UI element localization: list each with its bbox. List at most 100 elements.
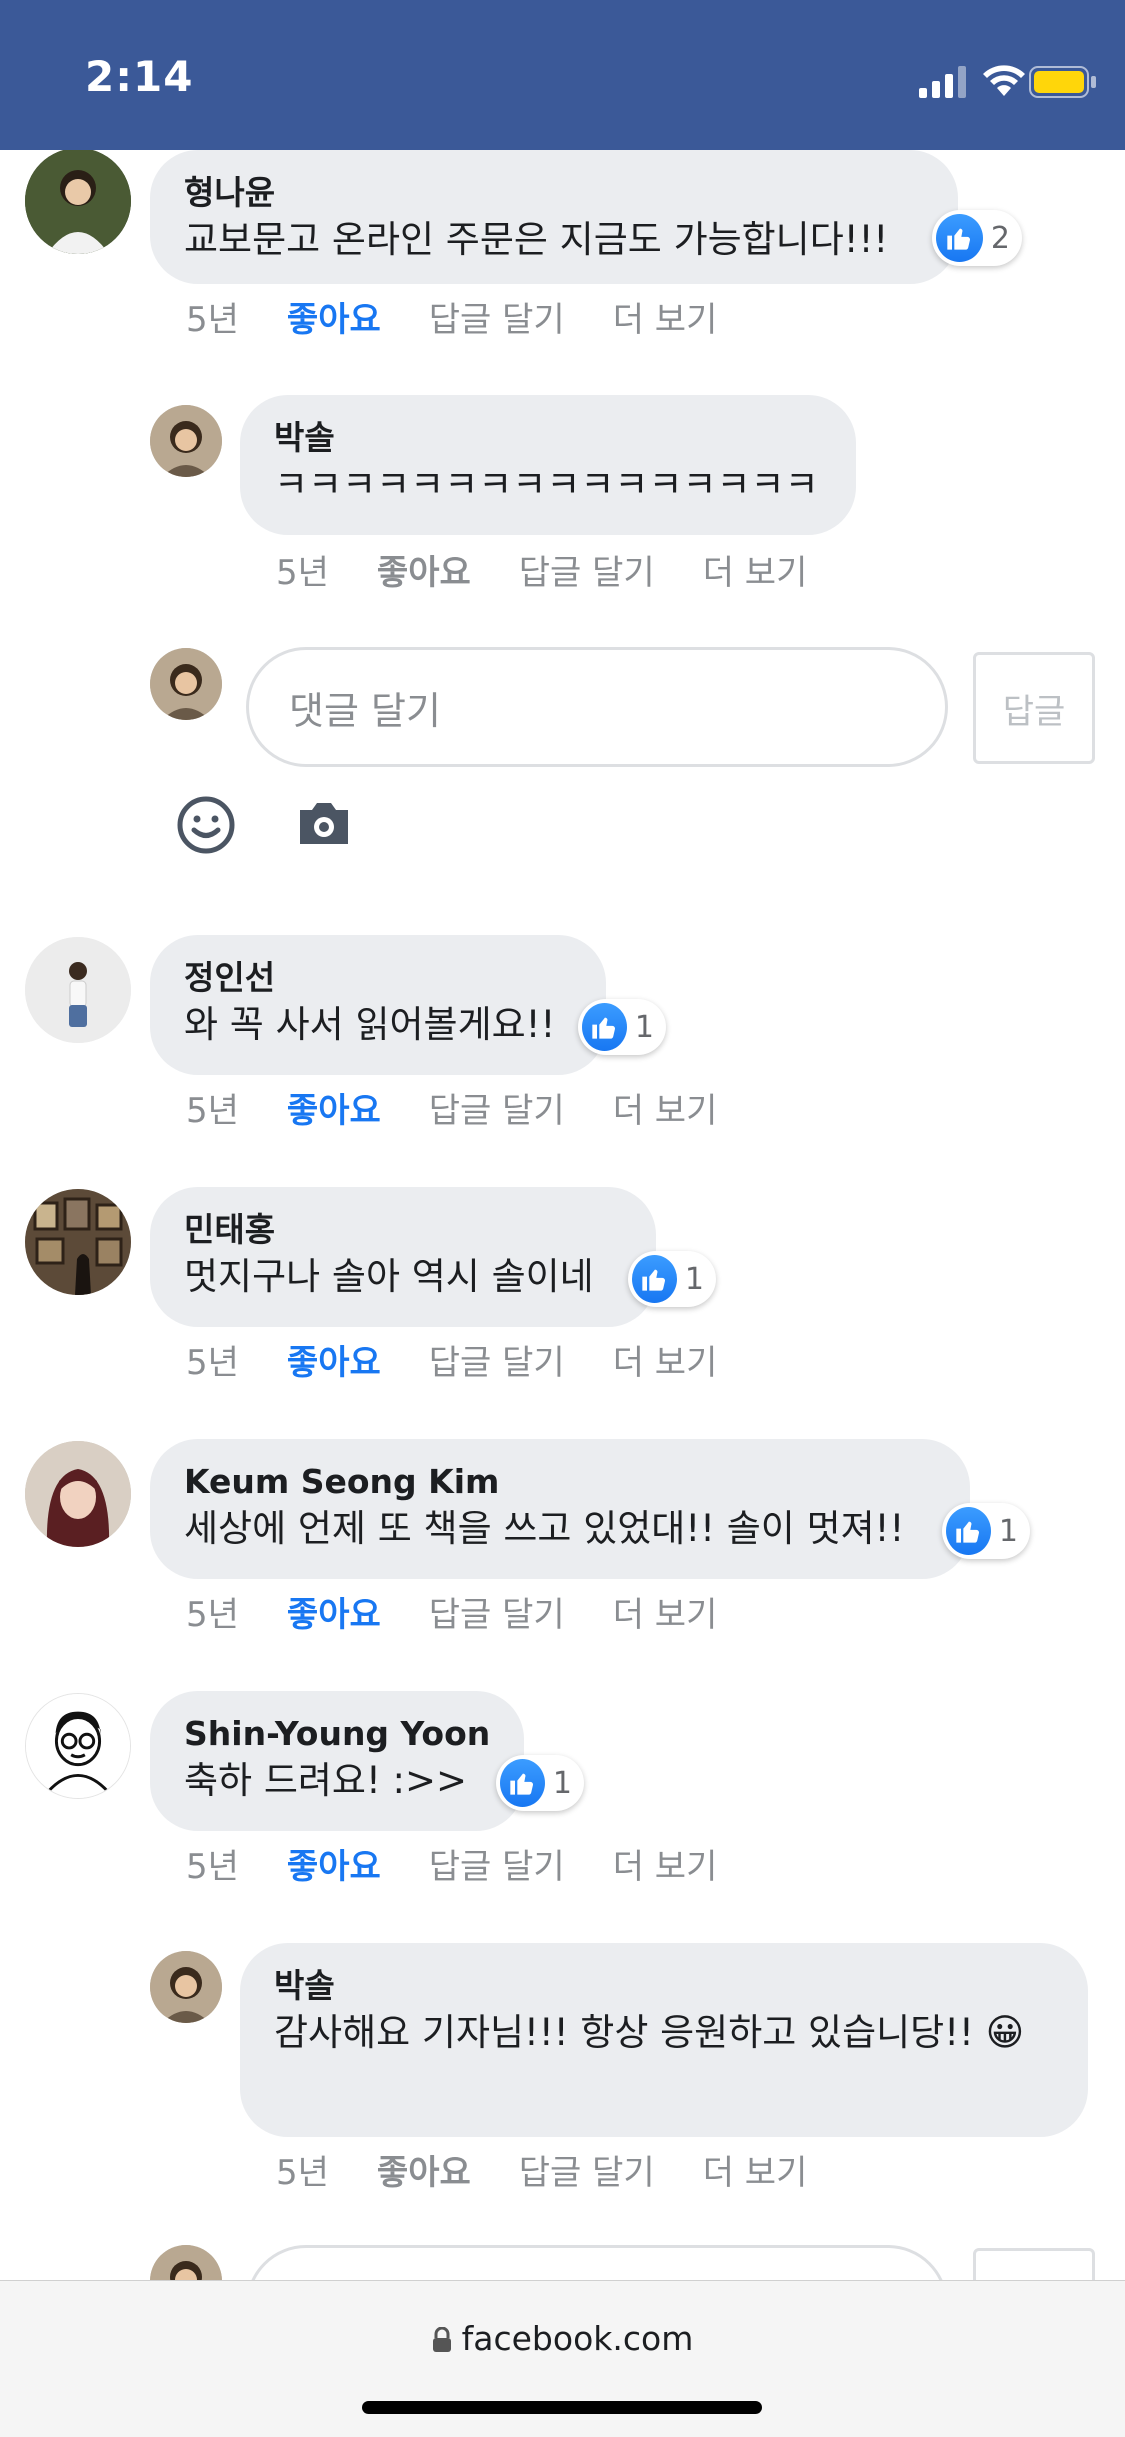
reaction-count: 1 (634, 1009, 654, 1045)
reaction-badge[interactable]: 1 (628, 1251, 716, 1307)
like-reaction-icon (936, 214, 983, 262)
comment-author[interactable]: 민태홍 (184, 1209, 622, 1251)
more-button[interactable]: 더 보기 (613, 1839, 718, 1888)
comment-actions: 5년 좋아요 답글 달기 더 보기 (186, 292, 765, 341)
person-photo-icon (150, 1951, 222, 2023)
comment-text: 세상에 언제 또 책을 쓰고 있었대!! 솔이 멋져!! (184, 1507, 905, 1550)
more-button[interactable]: 더 보기 (613, 1587, 718, 1636)
avatar[interactable] (150, 405, 222, 477)
more-button[interactable]: 더 보기 (613, 292, 718, 341)
avatar[interactable] (25, 937, 131, 1043)
comment: 정인선 와 꼭 사서 읽어볼게요!! 1 5년 좋아요 답글 달기 더 보기 (0, 935, 1125, 1135)
like-button[interactable]: 좋아요 (287, 1083, 381, 1132)
comment-text: 멋지구나 솔아 역시 솔이네 (184, 1255, 594, 1298)
avatar[interactable] (25, 1693, 131, 1799)
reaction-badge[interactable]: 2 (932, 210, 1022, 266)
emoji-icon[interactable] (176, 795, 236, 855)
person-photo-icon (25, 1441, 131, 1547)
comment-actions: 5년 좋아요 답글 달기 더 보기 (276, 545, 855, 594)
like-button[interactable]: 좋아요 (287, 1335, 381, 1384)
comment-time: 5년 (186, 1343, 239, 1383)
reaction-count: 1 (998, 1513, 1018, 1549)
comment-text: 와 꼭 사서 읽어볼게요!! (184, 1003, 556, 1046)
like-button[interactable]: 좋아요 (287, 1587, 381, 1636)
avatar[interactable] (150, 1951, 222, 2023)
home-indicator[interactable] (362, 2401, 762, 2414)
person-photo-icon (150, 405, 222, 477)
reply-input[interactable]: 댓글 달기 (246, 647, 948, 767)
reply-button[interactable]: 답글 달기 (429, 1335, 565, 1384)
reply-button[interactable]: 답글 달기 (429, 1839, 565, 1888)
more-button[interactable]: 더 보기 (613, 1335, 718, 1384)
composer-avatar (150, 648, 222, 720)
avatar[interactable] (25, 150, 131, 254)
like-button[interactable]: 좋아요 (287, 1839, 381, 1888)
avatar[interactable] (25, 1189, 131, 1295)
like-button[interactable]: 좋아요 (377, 2145, 471, 2194)
comment-author[interactable]: 박솔 (274, 417, 822, 459)
comment-bubble[interactable]: Shin-Young Yoon 축하 드려요! :>> (150, 1691, 524, 1831)
person-photo-icon (25, 937, 131, 1043)
reaction-badge[interactable]: 1 (578, 999, 666, 1055)
reaction-badge[interactable]: 1 (942, 1503, 1030, 1559)
comment-time: 5년 (276, 553, 329, 593)
signal-icon (919, 66, 966, 98)
reply-submit-button-partial[interactable] (973, 2248, 1095, 2280)
comment-bubble[interactable]: 박솔 감사해요 기자님!!! 항상 응원하고 있습니당!! 😀 (240, 1943, 1088, 2137)
comment-bubble[interactable]: 형나윤 교보문고 온라인 주문은 지금도 가능합니다!!! (150, 150, 958, 284)
like-button[interactable]: 좋아요 (377, 545, 471, 594)
battery-icon (1029, 66, 1096, 98)
comments-feed[interactable]: 형나윤 교보문고 온라인 주문은 지금도 가능합니다!!! 2 5년 좋아요 답… (0, 150, 1125, 2280)
comment-time: 5년 (186, 1091, 239, 1131)
status-bar: 2:14 (0, 0, 1125, 150)
url-display[interactable]: facebook.com (0, 2319, 1125, 2358)
cartoon-avatar-icon (26, 1694, 130, 1798)
comment-time: 5년 (186, 1847, 239, 1887)
comment-author[interactable]: 정인선 (184, 957, 572, 999)
comment-bubble[interactable]: 정인선 와 꼭 사서 읽어볼게요!! (150, 935, 606, 1075)
reply-button[interactable]: 답글 달기 (519, 545, 655, 594)
browser-url-bar[interactable]: facebook.com (0, 2280, 1125, 2437)
comment-author[interactable]: Keum Seong Kim (184, 1461, 936, 1503)
comment-time: 5년 (186, 1595, 239, 1635)
comment-bubble[interactable]: 박솔 ㅋㅋㅋㅋㅋㅋㅋㅋㅋㅋㅋㅋㅋㅋㅋㅋ (240, 395, 856, 535)
comment-time: 5년 (276, 2153, 329, 2193)
comment-text: 감사해요 기자님!!! 항상 응원하고 있습니당!! 😀 (274, 2011, 1025, 2054)
like-button[interactable]: 좋아요 (287, 292, 381, 341)
status-time: 2:14 (85, 52, 194, 101)
reply-submit-button[interactable]: 답글 (973, 652, 1095, 764)
reply-button[interactable]: 답글 달기 (429, 292, 565, 341)
camera-icon[interactable] (296, 798, 352, 848)
comment-text: 축하 드려요! :>> (184, 1759, 468, 1802)
more-button[interactable]: 더 보기 (703, 2145, 808, 2194)
reply-button[interactable]: 답글 달기 (519, 2145, 655, 2194)
url-domain: facebook.com (461, 2319, 694, 2358)
gallery-photo-icon (25, 1189, 131, 1295)
avatar[interactable] (25, 1441, 131, 1547)
reply-input-partial[interactable] (246, 2245, 948, 2280)
reaction-count: 1 (552, 1765, 572, 1801)
like-reaction-icon (946, 1507, 991, 1555)
reply-button[interactable]: 답글 달기 (429, 1587, 565, 1636)
comment-author[interactable]: 박솔 (274, 1965, 1054, 2007)
more-button[interactable]: 더 보기 (703, 545, 808, 594)
comment-bubble[interactable]: Keum Seong Kim 세상에 언제 또 책을 쓰고 있었대!! 솔이 멋… (150, 1439, 970, 1579)
comment-author[interactable]: Shin-Young Yoon (184, 1713, 490, 1755)
comment-author[interactable]: 형나윤 (184, 172, 924, 214)
reaction-badge[interactable]: 1 (496, 1755, 584, 1811)
comment-actions: 5년 좋아요 답글 달기 더 보기 (276, 2145, 855, 2194)
composer-avatar (150, 2245, 222, 2280)
comment-text: ㅋㅋㅋㅋㅋㅋㅋㅋㅋㅋㅋㅋㅋㅋㅋㅋ (274, 463, 819, 506)
comment: 민태홍 멋지구나 솔아 역시 솔이네 1 5년 좋아요 답글 달기 더 보기 (0, 1187, 1125, 1387)
reaction-count: 1 (684, 1261, 704, 1297)
like-reaction-icon (632, 1255, 677, 1303)
comment-bubble[interactable]: 민태홍 멋지구나 솔아 역시 솔이네 (150, 1187, 656, 1327)
reply-button[interactable]: 답글 달기 (429, 1083, 565, 1132)
comment: 형나윤 교보문고 온라인 주문은 지금도 가능합니다!!! 2 5년 좋아요 답… (0, 150, 1125, 350)
reaction-count: 2 (990, 220, 1010, 256)
comment-text: 교보문고 온라인 주문은 지금도 가능합니다!!! (184, 218, 889, 261)
more-button[interactable]: 더 보기 (613, 1083, 718, 1132)
reply-comment: 박솔 ㅋㅋㅋㅋㅋㅋㅋㅋㅋㅋㅋㅋㅋㅋㅋㅋ 5년 좋아요 답글 달기 더 보기 (0, 395, 1125, 595)
comment-time: 5년 (186, 300, 239, 340)
lock-icon (432, 2327, 451, 2352)
